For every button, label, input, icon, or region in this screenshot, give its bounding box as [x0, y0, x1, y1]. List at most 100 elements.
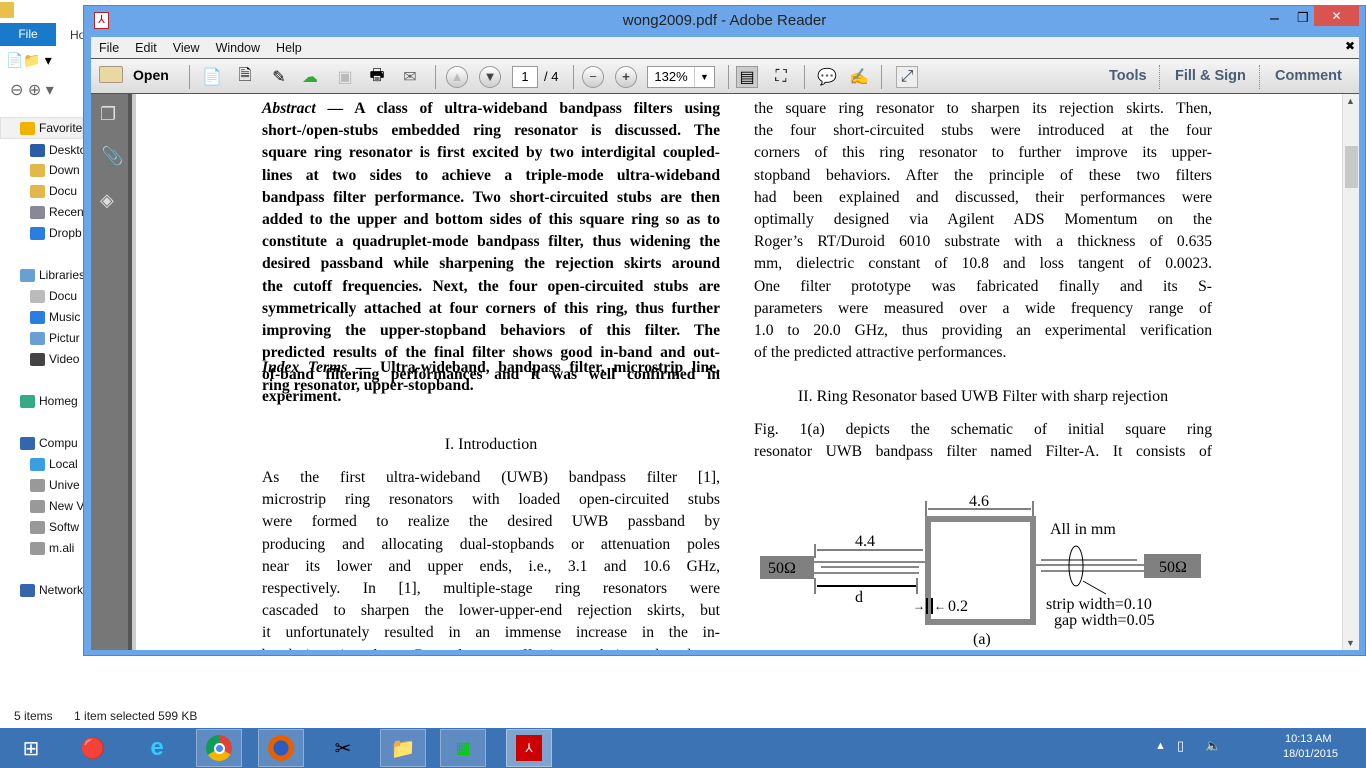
body-line: near its lower and upper ends, i.e., 3.1…: [262, 557, 720, 575]
chevron-down-icon[interactable]: ▼: [694, 67, 714, 87]
save-icon[interactable]: ▣: [334, 66, 356, 88]
folder-icon: [0, 2, 14, 18]
clock-time[interactable]: 10:13 AM: [1285, 733, 1331, 745]
nav-item[interactable]: Softw: [30, 517, 79, 537]
nav-item[interactable]: Docu: [30, 181, 77, 201]
close-document-icon[interactable]: ✖: [1345, 39, 1355, 53]
file-explorer-icon[interactable]: 📁: [380, 729, 426, 767]
abstract-line: desired passband while sharpening the re…: [262, 255, 720, 273]
nav-item[interactable]: Libraries: [20, 265, 85, 285]
nav-item[interactable]: Compu: [20, 433, 78, 453]
nav-item[interactable]: Network: [20, 580, 83, 600]
body-line: Roger’s RT/Duroid 6010 substrate with a …: [754, 233, 1212, 251]
email-icon[interactable]: ✉: [399, 66, 421, 88]
create-pdf-icon[interactable]: 📄: [201, 66, 223, 88]
nav-item-icon: [20, 583, 35, 597]
open-button[interactable]: Open: [99, 66, 169, 83]
window-title: wong2009.pdf - Adobe Reader: [622, 12, 827, 29]
nav-item[interactable]: New V: [30, 496, 84, 516]
abstract-line: improving the upper-stopband behaviors o…: [262, 321, 720, 339]
menu-help[interactable]: Help: [268, 41, 310, 55]
port-left-label: 50Ω: [768, 560, 796, 577]
scroll-down-arrow[interactable]: ▼: [1346, 638, 1355, 648]
fit-page-icon[interactable]: ⛶: [770, 66, 792, 88]
nav-item[interactable]: Down: [30, 160, 80, 180]
nav-item-label: New V: [49, 499, 85, 513]
zoom-out-button[interactable]: −: [582, 66, 604, 88]
nav-item[interactable]: m.ali: [30, 538, 74, 558]
nav-item[interactable]: Unive: [30, 475, 80, 495]
restore-button[interactable]: ❐: [1297, 10, 1309, 26]
nav-item[interactable]: Local: [30, 454, 78, 474]
body-line: microstrip ring resonators with loaded o…: [262, 491, 720, 509]
quick-access-icons[interactable]: 📄📁 ▾: [6, 52, 52, 69]
layers-icon[interactable]: ◈: [100, 190, 114, 211]
start-button[interactable]: ⊞: [8, 729, 54, 767]
folder-open-icon: [99, 66, 123, 83]
tab-comment[interactable]: Comment: [1275, 68, 1342, 84]
adobe-reader-taskbar-icon[interactable]: ⅄: [506, 729, 552, 767]
abstract-line: square ring resonator is first excited b…: [262, 144, 720, 162]
zoom-in-button[interactable]: +: [615, 66, 637, 88]
body-line: cascaded to sharpen the lower-upper-end …: [262, 602, 720, 620]
menu-file[interactable]: File: [91, 41, 127, 55]
nav-item-icon: [30, 226, 45, 240]
battery-icon[interactable]: ▯: [1177, 738, 1184, 754]
app-icon[interactable]: ▦: [440, 729, 486, 767]
body-line: One filter prototype was fabricated fina…: [754, 277, 1212, 295]
scrollbar-thumb[interactable]: [1345, 146, 1358, 188]
volume-icon[interactable]: 🔈: [1205, 738, 1221, 754]
menu-window[interactable]: Window: [208, 41, 268, 55]
menu-edit[interactable]: Edit: [127, 41, 165, 55]
print-icon[interactable]: 🖶: [366, 66, 388, 88]
next-page-button[interactable]: ▼: [479, 66, 501, 88]
camera-app-icon[interactable]: 🔴: [70, 729, 116, 767]
title-bar: ⅄ wong2009.pdf - Adobe Reader – ❐ ✕: [84, 6, 1365, 36]
clock-date[interactable]: 18/01/2015: [1283, 748, 1338, 760]
zoom-select[interactable]: 132% ▼: [647, 66, 715, 88]
snipping-tool-icon[interactable]: ✂: [320, 729, 366, 767]
page-thumbnails-icon[interactable]: ❐: [100, 104, 116, 125]
vertical-scrollbar[interactable]: ▲ ▼: [1342, 94, 1359, 650]
introduction-text: As the first ultra-wideband (UWB) bandpa…: [262, 467, 720, 650]
comment-bubble-icon[interactable]: 💬: [816, 66, 838, 88]
svg-text:←: ←: [934, 599, 946, 613]
nav-item[interactable]: Recen: [30, 202, 84, 222]
explorer-tab-file[interactable]: File: [0, 23, 56, 46]
nav-item-label: Softw: [49, 520, 80, 534]
page-number-input[interactable]: 1: [512, 66, 538, 88]
menu-view[interactable]: View: [165, 41, 208, 55]
back-forward-buttons[interactable]: ⊖ ⊕ ▾: [10, 80, 54, 100]
nav-item-icon: [30, 457, 45, 471]
scrolling-mode-icon[interactable]: ▤: [736, 66, 758, 88]
page-total: / 4: [544, 69, 559, 84]
show-hidden-icons[interactable]: ▲: [1155, 740, 1166, 752]
close-button[interactable]: ✕: [1314, 6, 1359, 26]
nav-item[interactable]: Music: [30, 307, 80, 327]
minimize-button[interactable]: –: [1270, 10, 1279, 28]
full-screen-icon[interactable]: ⤢: [896, 66, 918, 88]
internet-explorer-icon[interactable]: e: [134, 729, 180, 767]
port-right-label: 50Ω: [1159, 559, 1187, 576]
edit-pdf-icon[interactable]: ✎: [268, 66, 290, 88]
index-terms: Index Terms — Ultra-wideband, bandpass f…: [262, 359, 720, 395]
highlight-text-icon[interactable]: ✍: [848, 66, 870, 88]
nav-item[interactable]: Video: [30, 349, 79, 369]
nav-item[interactable]: Deskto: [30, 140, 86, 160]
tab-tools[interactable]: Tools: [1109, 68, 1147, 84]
nav-item-icon: [20, 436, 35, 450]
nav-item[interactable]: Homeg: [20, 391, 78, 411]
nav-item[interactable]: Docu: [30, 286, 77, 306]
scroll-up-arrow[interactable]: ▲: [1346, 96, 1355, 106]
tab-fill-sign[interactable]: Fill & Sign: [1175, 68, 1246, 84]
nav-item[interactable]: Dropb: [30, 223, 82, 243]
nav-item[interactable]: Pictur: [30, 328, 80, 348]
firefox-icon[interactable]: [258, 729, 304, 767]
nav-item-label: Pictur: [49, 331, 80, 345]
attachments-icon[interactable]: 📎: [101, 146, 123, 167]
chrome-icon[interactable]: [196, 729, 242, 767]
previous-page-button[interactable]: ▲: [446, 66, 468, 88]
nav-item[interactable]: Favorite: [20, 118, 82, 138]
export-pdf-icon[interactable]: 🗎: [234, 66, 256, 88]
cloud-upload-icon[interactable]: ☁: [299, 66, 321, 88]
